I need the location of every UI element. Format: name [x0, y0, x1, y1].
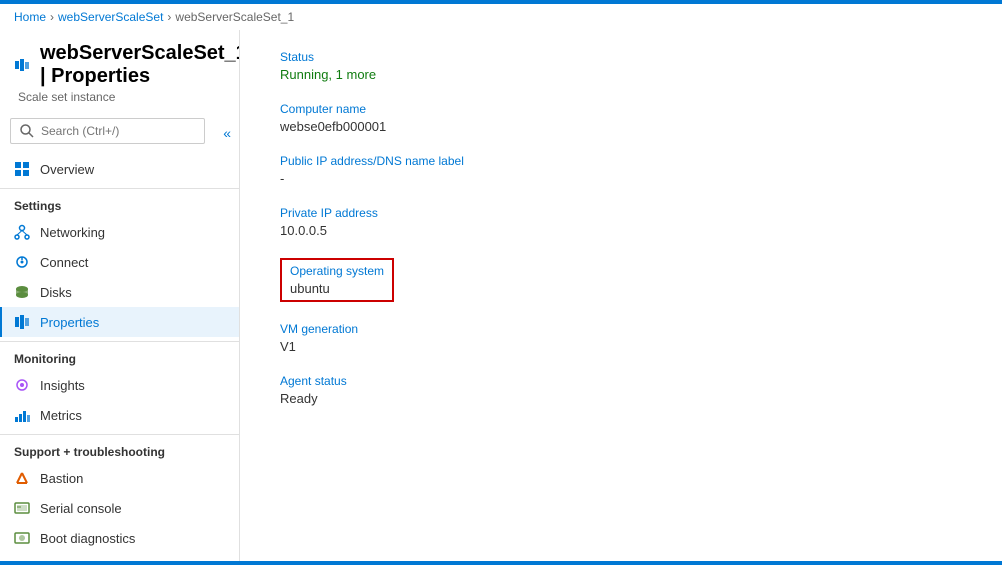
- metrics-icon: [14, 407, 30, 423]
- vm-gen-value: V1: [280, 339, 962, 354]
- os-value: ubuntu: [290, 281, 384, 296]
- sidebar-item-serial[interactable]: Serial console: [0, 493, 239, 523]
- bottom-bar: [0, 561, 1002, 565]
- boot-label: Boot diagnostics: [40, 531, 135, 546]
- sidebar-item-overview[interactable]: Overview: [0, 154, 239, 184]
- insights-icon: [14, 377, 30, 393]
- connect-icon: [14, 254, 30, 270]
- networking-label: Networking: [40, 225, 105, 240]
- properties-label: Properties: [40, 315, 99, 330]
- settings-section-label: Settings: [0, 188, 239, 217]
- title-text: webServerScaleSet_1 | Properties: [40, 42, 240, 88]
- sidebar-item-boot[interactable]: Boot diagnostics: [0, 523, 239, 553]
- os-property: Operating system ubuntu: [280, 258, 962, 302]
- search-input[interactable]: [41, 124, 196, 138]
- collapse-button[interactable]: «: [215, 121, 239, 145]
- public-ip-value: -: [280, 171, 962, 186]
- private-ip-value: 10.0.0.5: [280, 223, 962, 238]
- computer-name-property: Computer name webse0efb000001: [280, 102, 962, 134]
- sidebar-item-disks[interactable]: Disks: [0, 277, 239, 307]
- private-ip-label: Private IP address: [280, 206, 962, 220]
- monitoring-section-label: Monitoring: [0, 341, 239, 370]
- status-value: Running, 1 more: [280, 67, 962, 82]
- scaleset-icon: [14, 57, 30, 73]
- overview-label: Overview: [40, 162, 94, 177]
- sidebar-item-connect[interactable]: Connect: [0, 247, 239, 277]
- sidebar-item-networking[interactable]: Networking: [0, 217, 239, 247]
- content-area: Status Running, 1 more Computer name web…: [240, 30, 1002, 561]
- page-title: webServerScaleSet_1 | Properties ⊟: [14, 42, 225, 88]
- header-section: webServerScaleSet_1 | Properties ⊟ Scale…: [0, 30, 239, 112]
- subtitle-text: Scale set instance: [14, 90, 225, 104]
- agent-status-property: Agent status Ready: [280, 374, 962, 406]
- search-row: «: [0, 112, 239, 154]
- public-ip-property: Public IP address/DNS name label -: [280, 154, 962, 186]
- metrics-label: Metrics: [40, 408, 82, 423]
- connect-label: Connect: [40, 255, 88, 270]
- networking-icon: [14, 224, 30, 240]
- computer-name-label: Computer name: [280, 102, 962, 116]
- status-label: Status: [280, 50, 962, 64]
- sidebar-item-properties[interactable]: Properties: [0, 307, 239, 337]
- status-property: Status Running, 1 more: [280, 50, 962, 82]
- insights-label: Insights: [40, 378, 85, 393]
- agent-status-label: Agent status: [280, 374, 962, 388]
- breadcrumb: Home › webServerScaleSet › webServerScal…: [0, 4, 1002, 30]
- os-label: Operating system: [290, 264, 384, 278]
- bastion-label: Bastion: [40, 471, 83, 486]
- bastion-icon: [14, 470, 30, 486]
- search-box[interactable]: [10, 118, 205, 144]
- search-icon: [19, 123, 35, 139]
- private-ip-property: Private IP address 10.0.0.5: [280, 206, 962, 238]
- vm-gen-label: VM generation: [280, 322, 962, 336]
- disks-icon: [14, 284, 30, 300]
- serial-icon: [14, 500, 30, 516]
- breadcrumb-scaleset[interactable]: webServerScaleSet: [58, 10, 163, 24]
- sidebar: webServerScaleSet_1 | Properties ⊟ Scale…: [0, 30, 240, 561]
- disks-label: Disks: [40, 285, 72, 300]
- sidebar-item-insights[interactable]: Insights: [0, 370, 239, 400]
- properties-icon: [14, 314, 30, 330]
- agent-status-value: Ready: [280, 391, 962, 406]
- support-section-label: Support + troubleshooting: [0, 434, 239, 463]
- main-area: webServerScaleSet_1 | Properties ⊟ Scale…: [0, 30, 1002, 561]
- vm-gen-property: VM generation V1: [280, 322, 962, 354]
- sidebar-item-bastion[interactable]: Bastion: [0, 463, 239, 493]
- computer-name-value: webse0efb000001: [280, 119, 962, 134]
- boot-icon: [14, 530, 30, 546]
- sidebar-item-metrics[interactable]: Metrics: [0, 400, 239, 430]
- os-highlighted-box: Operating system ubuntu: [280, 258, 394, 302]
- overview-icon: [14, 161, 30, 177]
- breadcrumb-home[interactable]: Home: [14, 10, 46, 24]
- serial-label: Serial console: [40, 501, 122, 516]
- nav-list: Overview Settings Networking: [0, 154, 239, 553]
- public-ip-label: Public IP address/DNS name label: [280, 154, 962, 168]
- breadcrumb-current: webServerScaleSet_1: [175, 10, 294, 24]
